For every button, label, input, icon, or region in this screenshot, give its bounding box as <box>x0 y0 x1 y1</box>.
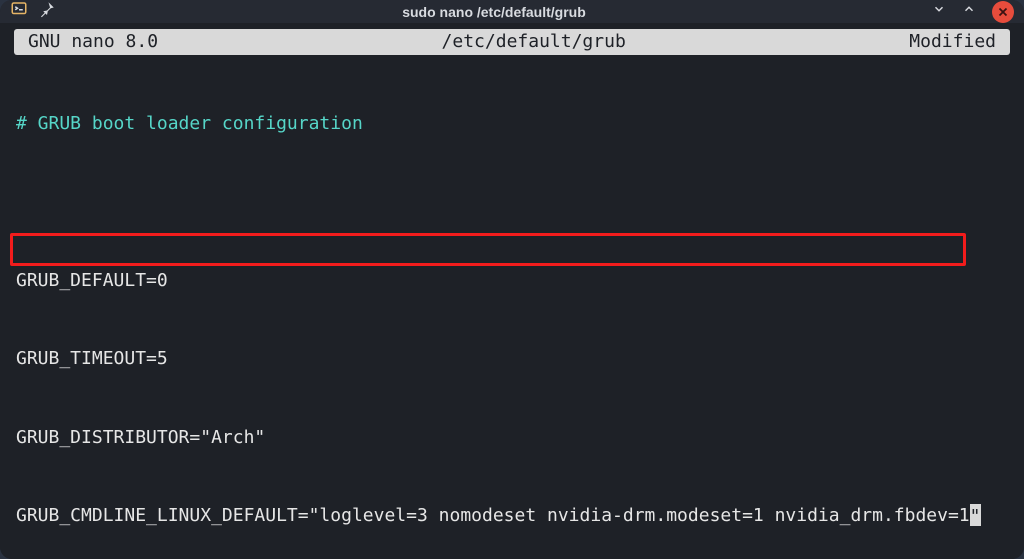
close-button[interactable] <box>992 1 1014 23</box>
nano-version: GNU nano 8.0 <box>28 29 158 55</box>
nano-filename: /etc/default/grub <box>170 29 897 55</box>
code-line: GRUB_TIMEOUT=5 <box>16 346 1008 372</box>
window-title: sudo nano /etc/default/grub <box>56 2 932 22</box>
terminal-body[interactable]: GNU nano 8.0 /etc/default/grub Modified … <box>0 23 1024 559</box>
text-cursor: " <box>970 504 981 526</box>
window-titlebar: sudo nano /etc/default/grub <box>0 0 1024 23</box>
nano-statusbar: GNU nano 8.0 /etc/default/grub Modified <box>14 29 1010 55</box>
terminal-app-icon <box>10 0 28 23</box>
terminal-window: sudo nano /etc/default/grub GNU nano 8.0… <box>0 0 1024 559</box>
nano-modified-flag: Modified <box>909 29 996 55</box>
maximize-button[interactable] <box>962 1 976 21</box>
minimize-button[interactable] <box>932 1 946 21</box>
titlebar-left-icons <box>10 0 56 23</box>
code-line: # GRUB boot loader configuration <box>16 111 1008 137</box>
code-line: GRUB_CMDLINE_LINUX_DEFAULT="loglevel=3 n… <box>16 503 1008 529</box>
code-line: GRUB_DEFAULT=0 <box>16 268 1008 294</box>
pin-icon[interactable] <box>38 0 56 23</box>
editor-content[interactable]: # GRUB boot loader configuration GRUB_DE… <box>0 55 1024 559</box>
code-line: GRUB_DISTRIBUTOR="Arch" <box>16 425 1008 451</box>
code-line <box>16 190 1008 216</box>
titlebar-right-icons <box>932 1 1014 23</box>
